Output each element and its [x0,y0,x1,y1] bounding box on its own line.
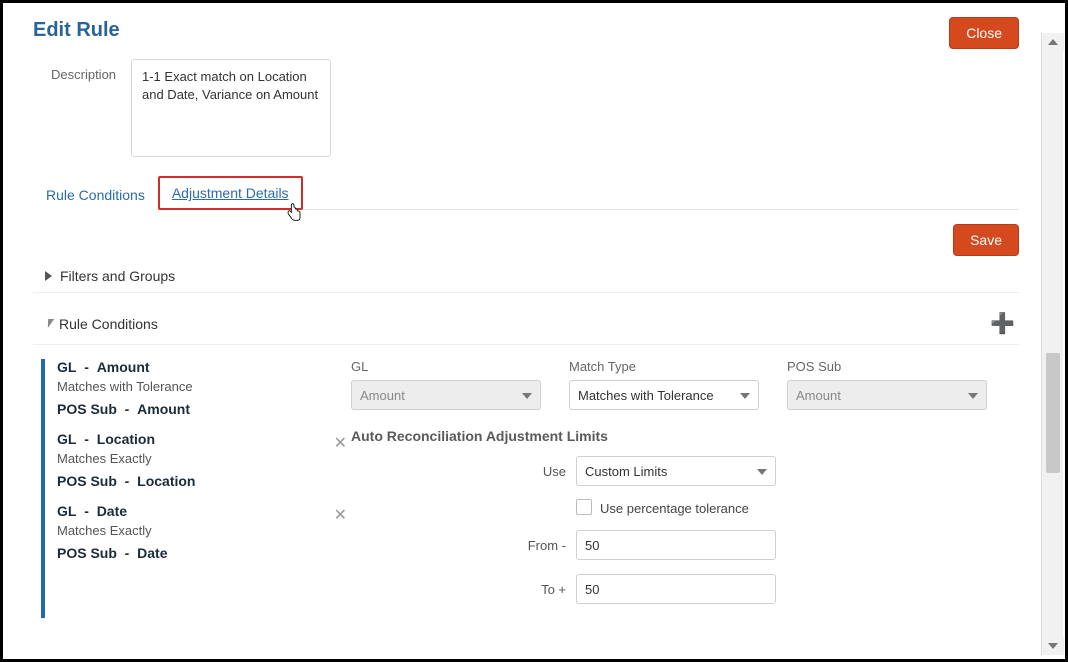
scroll-down-button[interactable] [1042,637,1064,655]
percentage-tolerance-label: Use percentage tolerance [600,501,749,516]
delete-condition-button[interactable]: ✕ [334,505,347,525]
rule-match-line: Matches with Tolerance [57,379,341,394]
delete-condition-button[interactable]: ✕ [334,433,347,453]
pos-sub-select: Amount [787,380,987,410]
filters-groups-label: Filters and Groups [60,268,175,284]
filters-groups-toggle[interactable]: Filters and Groups [45,268,175,284]
match-type-label: Match Type [569,359,759,374]
rule-condition-item[interactable]: ✕ GL - Location Matches Exactly POS Sub … [57,431,341,489]
to-label: To + [351,582,576,597]
vertical-scrollbar[interactable] [1041,33,1063,655]
rule-src-line: GL - Location [57,431,341,447]
from-input[interactable] [576,530,776,560]
rule-tgt-line: POS Sub - Amount [57,401,341,417]
rule-tgt-line: POS Sub - Date [57,545,341,561]
percentage-tolerance-checkbox[interactable] [576,499,592,515]
use-select[interactable]: Custom Limits [576,456,776,486]
tab-rule-conditions[interactable]: Rule Conditions [33,179,158,210]
rule-condition-item[interactable]: GL - Amount Matches with Tolerance POS S… [57,359,341,417]
rule-match-line: Matches Exactly [57,523,341,538]
edit-rule-dialog: Edit Rule Close Description Rule Conditi… [3,3,1041,659]
chevron-right-icon [45,271,52,281]
chevron-down-icon [757,469,767,475]
match-type-select[interactable]: Matches with Tolerance [569,380,759,410]
save-button[interactable]: Save [953,224,1019,256]
close-button[interactable]: Close [949,17,1019,49]
dialog-title: Edit Rule [33,19,120,42]
rule-tgt-line: POS Sub - Location [57,473,341,489]
scroll-up-button[interactable] [1042,33,1064,51]
to-input[interactable] [576,574,776,604]
rule-condition-item[interactable]: ✕ GL - Date Matches Exactly POS Sub - Da… [57,503,341,561]
add-rule-condition-button[interactable]: ➕ [990,311,1019,336]
rule-src-line: GL - Amount [57,359,341,375]
rule-conditions-label: Rule Conditions [59,316,158,332]
rule-condition-detail: GL Amount Match Type Matches with Tolera… [341,359,1019,618]
chevron-down-icon [968,393,978,399]
chevron-down-icon [42,319,54,328]
gl-select: Amount [351,380,541,410]
chevron-down-icon [522,393,532,399]
limits-heading: Auto Reconciliation Adjustment Limits [351,428,1019,444]
pos-sub-label: POS Sub [787,359,987,374]
use-label: Use [351,464,576,479]
from-label: From - [351,538,576,553]
description-input[interactable] [131,59,331,157]
tab-adjustment-details[interactable]: Adjustment Details [158,176,303,210]
tabs-bar: Rule Conditions Adjustment Details [33,175,1019,210]
description-label: Description [51,59,131,82]
rule-src-line: GL - Date [57,503,341,519]
chevron-down-icon [740,393,750,399]
scrollbar-thumb[interactable] [1046,353,1060,473]
rule-condition-list: GL - Amount Matches with Tolerance POS S… [41,359,341,618]
gl-label: GL [351,359,541,374]
rule-match-line: Matches Exactly [57,451,341,466]
rule-conditions-toggle[interactable]: Rule Conditions [45,316,158,332]
